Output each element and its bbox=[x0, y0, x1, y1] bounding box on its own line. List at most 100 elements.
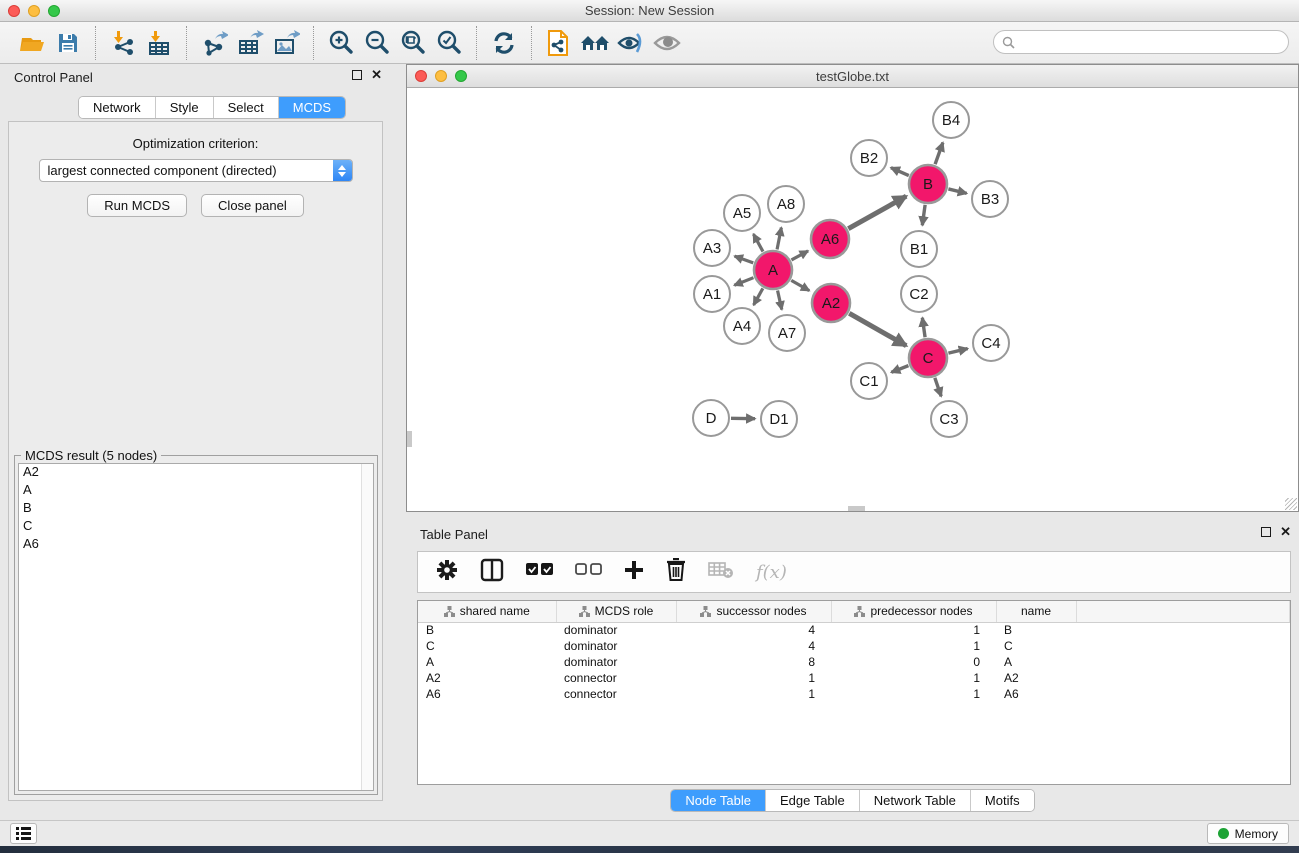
graph-node[interactable]: C1 bbox=[851, 363, 887, 399]
tab-motifs[interactable]: Motifs bbox=[971, 790, 1034, 811]
graph-edge[interactable] bbox=[891, 366, 908, 373]
home-button[interactable] bbox=[577, 25, 613, 61]
close-panel-button[interactable]: Close panel bbox=[201, 194, 304, 217]
list-item[interactable]: C bbox=[19, 518, 373, 536]
graph-node[interactable]: A bbox=[754, 251, 792, 289]
graph-edge[interactable] bbox=[849, 313, 906, 345]
column-header-shared-name[interactable]: shared name bbox=[418, 601, 556, 622]
graph-edge[interactable] bbox=[948, 349, 967, 354]
network-canvas[interactable]: AA1A2A3A4A5A6A7A8BB1B2B3B4CC1C2C3C4DD1 bbox=[407, 88, 1298, 511]
horizontal-scrollbar-thumb[interactable] bbox=[848, 506, 865, 511]
graph-node[interactable]: D bbox=[693, 400, 729, 436]
close-window-button[interactable] bbox=[8, 5, 20, 17]
graph-node[interactable]: B2 bbox=[851, 140, 887, 176]
open-session-button[interactable] bbox=[14, 25, 50, 61]
table-cell[interactable]: 1 bbox=[831, 622, 996, 638]
tab-mcds[interactable]: MCDS bbox=[279, 97, 345, 118]
graph-edge[interactable] bbox=[777, 228, 781, 250]
list-item[interactable]: A bbox=[19, 482, 373, 500]
export-table-button[interactable] bbox=[232, 25, 268, 61]
table-cell[interactable]: 1 bbox=[676, 686, 831, 702]
zoom-network-button[interactable] bbox=[455, 70, 467, 82]
import-network-button[interactable] bbox=[105, 25, 141, 61]
table-row[interactable]: Cdominator41C bbox=[418, 638, 1290, 654]
close-table-panel-icon[interactable]: ✕ bbox=[1280, 527, 1291, 537]
graph-node[interactable]: C2 bbox=[901, 276, 937, 312]
graph-edge[interactable] bbox=[753, 234, 763, 251]
graph-edge[interactable] bbox=[935, 378, 941, 396]
export-image-button[interactable] bbox=[268, 25, 304, 61]
column-header-successor-nodes[interactable]: successor nodes bbox=[676, 601, 831, 622]
minimize-network-button[interactable] bbox=[435, 70, 447, 82]
table-cell[interactable]: dominator bbox=[556, 654, 676, 670]
tab-edge-table[interactable]: Edge Table bbox=[766, 790, 860, 811]
minimize-window-button[interactable] bbox=[28, 5, 40, 17]
show-hide-details-button[interactable] bbox=[649, 25, 685, 61]
column-header-predecessor-nodes[interactable]: predecessor nodes bbox=[831, 601, 996, 622]
graph-edge[interactable] bbox=[922, 318, 925, 337]
tab-node-table[interactable]: Node Table bbox=[671, 790, 766, 811]
graph-node[interactable]: A8 bbox=[768, 186, 804, 222]
table-settings-button[interactable] bbox=[436, 559, 458, 586]
column-header-mcds-role[interactable]: MCDS role bbox=[556, 601, 676, 622]
graph-node[interactable]: C3 bbox=[931, 401, 967, 437]
delete-table-button[interactable] bbox=[708, 561, 734, 584]
mcds-result-list[interactable]: A2ABCA6 bbox=[18, 463, 374, 791]
graph-node[interactable]: A3 bbox=[694, 230, 730, 266]
table-cell[interactable]: A6 bbox=[996, 686, 1076, 702]
table-cell[interactable]: A6 bbox=[418, 686, 556, 702]
graph-node[interactable]: A5 bbox=[724, 195, 760, 231]
import-table-button[interactable] bbox=[141, 25, 177, 61]
graph-edge[interactable] bbox=[734, 278, 753, 286]
graph-edge[interactable] bbox=[848, 196, 906, 228]
run-mcds-button[interactable]: Run MCDS bbox=[87, 194, 187, 217]
graph-edge[interactable] bbox=[735, 256, 754, 263]
graph-node[interactable]: D1 bbox=[761, 401, 797, 437]
graph-edge[interactable] bbox=[778, 290, 782, 309]
table-cell[interactable]: A bbox=[418, 654, 556, 670]
table-cell[interactable]: 4 bbox=[676, 638, 831, 654]
search-field[interactable] bbox=[993, 30, 1289, 54]
vertical-scrollbar-thumb[interactable] bbox=[407, 431, 412, 447]
deselect-all-button[interactable] bbox=[575, 563, 602, 581]
memory-button[interactable]: Memory bbox=[1207, 823, 1289, 844]
save-session-button[interactable] bbox=[50, 25, 86, 61]
table-cell[interactable]: A bbox=[996, 654, 1076, 670]
graph-node[interactable]: B3 bbox=[972, 181, 1008, 217]
table-row[interactable]: A2connector11A2 bbox=[418, 670, 1290, 686]
zoom-selected-button[interactable] bbox=[431, 25, 467, 61]
graph-edge[interactable] bbox=[754, 288, 763, 305]
tab-style[interactable]: Style bbox=[156, 97, 214, 118]
graph-node[interactable]: B bbox=[909, 165, 947, 203]
list-item[interactable]: B bbox=[19, 500, 373, 518]
graph-node[interactable]: C bbox=[909, 339, 947, 377]
export-network-button[interactable] bbox=[196, 25, 232, 61]
network-window-titlebar[interactable]: testGlobe.txt bbox=[407, 65, 1298, 88]
table-cell[interactable]: 0 bbox=[831, 654, 996, 670]
task-history-button[interactable] bbox=[10, 823, 37, 844]
select-all-button[interactable] bbox=[526, 563, 553, 581]
show-column-button[interactable] bbox=[480, 558, 504, 587]
graph-node[interactable]: A4 bbox=[724, 308, 760, 344]
network-graph[interactable]: AA1A2A3A4A5A6A7A8BB1B2B3B4CC1C2C3C4DD1 bbox=[407, 88, 1298, 511]
tab-network-table[interactable]: Network Table bbox=[860, 790, 971, 811]
close-network-button[interactable] bbox=[415, 70, 427, 82]
show-hide-graphics-button[interactable] bbox=[613, 25, 649, 61]
float-panel-icon[interactable] bbox=[352, 70, 362, 80]
delete-column-button[interactable] bbox=[666, 558, 686, 586]
close-panel-icon[interactable]: ✕ bbox=[371, 70, 382, 80]
table-cell[interactable]: 1 bbox=[831, 670, 996, 686]
table-cell[interactable]: 4 bbox=[676, 622, 831, 638]
table-cell[interactable]: 1 bbox=[831, 638, 996, 654]
tab-network[interactable]: Network bbox=[79, 97, 156, 118]
graph-edge[interactable] bbox=[935, 143, 943, 165]
graph-node[interactable]: A1 bbox=[694, 276, 730, 312]
table-cell[interactable]: B bbox=[996, 622, 1076, 638]
graph-edge[interactable] bbox=[891, 168, 909, 176]
table-cell[interactable]: 8 bbox=[676, 654, 831, 670]
new-network-from-selection-button[interactable] bbox=[541, 25, 577, 61]
table-cell[interactable]: A2 bbox=[996, 670, 1076, 686]
float-table-panel-icon[interactable] bbox=[1261, 527, 1271, 537]
table-cell[interactable]: A2 bbox=[418, 670, 556, 686]
graph-edge[interactable] bbox=[948, 189, 966, 193]
